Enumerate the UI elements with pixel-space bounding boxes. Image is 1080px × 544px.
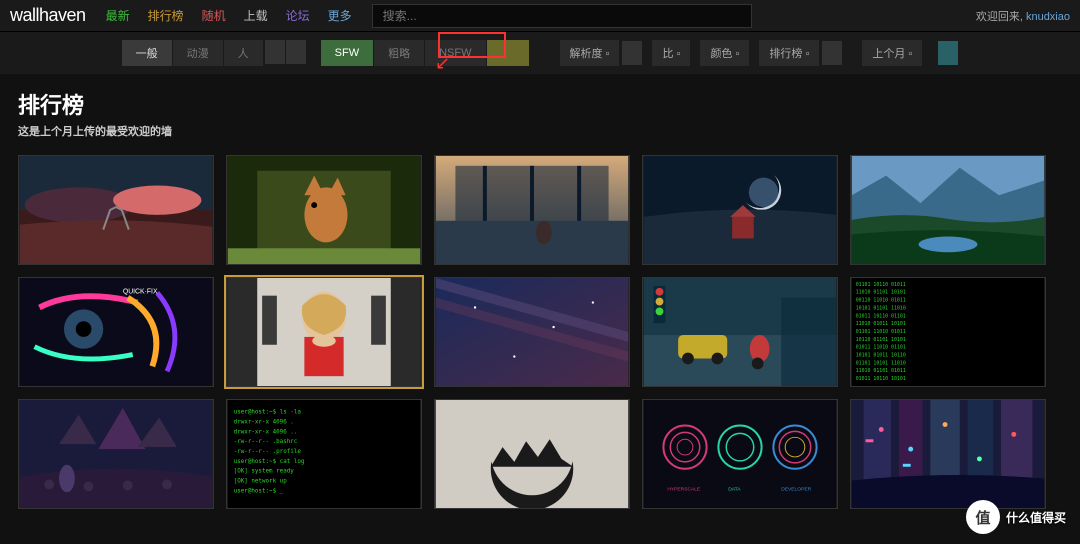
nav-forums[interactable]: 论坛 bbox=[286, 7, 310, 24]
svg-text:user@host:~$ cat log: user@host:~$ cat log bbox=[234, 459, 305, 465]
svg-text:-rw-r--r-- .bashrc: -rw-r--r-- .bashrc bbox=[234, 439, 298, 445]
control-color[interactable]: 颜色 ▫ bbox=[700, 40, 749, 66]
wallpaper-thumb[interactable]: user@host:~$ ls -la drwxr-xr-x 4096 . drwx… bbox=[226, 399, 422, 509]
wallpaper-thumb[interactable] bbox=[642, 277, 838, 387]
filter-nsfw[interactable]: NSFW bbox=[425, 40, 485, 66]
category-group: 一般 动漫 人 bbox=[122, 40, 306, 66]
wallpaper-thumb[interactable] bbox=[642, 155, 838, 265]
page-title: 排行榜 bbox=[18, 88, 1062, 120]
wallpaper-thumb[interactable] bbox=[226, 155, 422, 265]
svg-text:01011 11010 01101: 01011 11010 01101 bbox=[856, 345, 906, 351]
category-blank-1[interactable] bbox=[265, 40, 285, 64]
welcome-text: 欢迎回来, bbox=[976, 11, 1023, 23]
control-ratio[interactable]: 比 ▫ bbox=[652, 40, 690, 66]
svg-text:11010 01011 10101: 11010 01011 10101 bbox=[856, 321, 906, 327]
wallpaper-thumb[interactable] bbox=[434, 277, 630, 387]
svg-text:11010 01101 01011: 11010 01101 01011 bbox=[856, 368, 906, 374]
filter-general[interactable]: 一般 bbox=[122, 40, 172, 66]
watermark-icon: 值 bbox=[966, 500, 1000, 534]
control-time[interactable]: 上个月 ▫ bbox=[862, 40, 922, 66]
svg-text:10101 01101 11010: 10101 01101 11010 bbox=[856, 305, 906, 311]
wallpaper-thumb[interactable] bbox=[18, 399, 214, 509]
wallpaper-thumb[interactable]: HYPERSCALE DATA DEVELOPER bbox=[642, 399, 838, 509]
category-blank-2[interactable] bbox=[286, 40, 306, 64]
svg-text:10110 01101 10101: 10110 01101 10101 bbox=[856, 337, 906, 343]
purity-olive-block[interactable] bbox=[487, 40, 529, 66]
svg-text:01011 10110 01101: 01011 10110 01101 bbox=[856, 313, 906, 319]
svg-text:01101 11010 01011: 01101 11010 01011 bbox=[856, 329, 906, 335]
wallpaper-thumb[interactable]: 01101 10110 01011 11010 01101 10101 00110 … bbox=[850, 277, 1046, 387]
page-subtitle: 这是上个月上传的最受欢迎的墙 bbox=[18, 123, 1062, 139]
svg-text:user@host:~$ _: user@host:~$ _ bbox=[234, 488, 284, 494]
svg-text:drwxr-xr-x 4096 ..: drwxr-xr-x 4096 .. bbox=[234, 429, 298, 435]
svg-text:DATA: DATA bbox=[728, 486, 741, 492]
svg-text:01101 10110 01011: 01101 10110 01011 bbox=[856, 282, 906, 288]
svg-text:user@host:~$ ls -la: user@host:~$ ls -la bbox=[234, 410, 302, 416]
svg-text:QUICK·FIX: QUICK·FIX bbox=[123, 289, 158, 296]
wallpaper-thumb[interactable] bbox=[850, 399, 1046, 509]
wallpaper-thumb[interactable]: QUICK·FIX bbox=[18, 277, 214, 387]
filter-sfw[interactable]: SFW bbox=[321, 40, 373, 66]
wallpaper-thumb[interactable] bbox=[850, 155, 1046, 265]
watermark: 值 什么值得买 bbox=[966, 500, 1066, 534]
nav-upload[interactable]: 上载 bbox=[244, 7, 268, 24]
svg-text:drwxr-xr-x 4096 .: drwxr-xr-x 4096 . bbox=[234, 420, 294, 426]
logo[interactable]: wallhaven bbox=[10, 5, 86, 26]
svg-text:DEVELOPER: DEVELOPER bbox=[781, 486, 811, 492]
svg-text:01011 10110 10101: 01011 10110 10101 bbox=[856, 376, 906, 382]
search-input[interactable] bbox=[372, 4, 752, 28]
user-info: 欢迎回来, knudxiao bbox=[976, 8, 1070, 24]
filter-people[interactable]: 人 bbox=[224, 40, 263, 66]
svg-text:10101 01011 10110: 10101 01011 10110 bbox=[856, 353, 906, 359]
primary-nav: 最新 排行榜 随机 上载 论坛 更多 bbox=[106, 7, 352, 24]
purity-group: SFW 粗略 NSFW bbox=[321, 40, 530, 66]
svg-text:-rw-r--r-- .profile: -rw-r--r-- .profile bbox=[234, 449, 302, 455]
svg-text:HYPERSCALE: HYPERSCALE bbox=[667, 486, 701, 492]
main-header: wallhaven 最新 排行榜 随机 上载 论坛 更多 欢迎回来, knudx… bbox=[0, 0, 1080, 32]
page-heading: 排行榜 这是上个月上传的最受欢迎的墙 bbox=[0, 74, 1080, 149]
watermark-text: 什么值得买 bbox=[1006, 509, 1066, 526]
username[interactable]: knudxiao bbox=[1026, 11, 1070, 23]
controls-group: 解析度 ▫ 比 ▫ 颜色 ▫ 排行榜 ▫ 上个月 ▫ bbox=[560, 40, 959, 66]
nav-toplist[interactable]: 排行榜 bbox=[148, 7, 184, 24]
wallpaper-grid: QUICK·FIX 01101 10110 01011 11010 01101 1… bbox=[0, 149, 1080, 515]
svg-text:11010 01101 10101: 11010 01101 10101 bbox=[856, 290, 906, 296]
filters-bar: 一般 动漫 人 SFW 粗略 NSFW 解析度 ▫ 比 ▫ 颜色 ▫ 排行榜 ▫… bbox=[0, 32, 1080, 74]
svg-text:[OK] system ready: [OK] system ready bbox=[234, 469, 295, 475]
nav-random[interactable]: 随机 bbox=[202, 7, 226, 24]
nav-latest[interactable]: 最新 bbox=[106, 7, 130, 24]
nav-more[interactable]: 更多 bbox=[328, 7, 352, 24]
res-sq[interactable] bbox=[622, 41, 642, 65]
wallpaper-thumb[interactable] bbox=[434, 155, 630, 265]
apply-sq[interactable] bbox=[938, 41, 958, 65]
control-resolution[interactable]: 解析度 ▫ bbox=[560, 40, 620, 66]
filter-sketchy[interactable]: 粗略 bbox=[374, 40, 424, 66]
control-sort[interactable]: 排行榜 ▫ bbox=[759, 40, 819, 66]
svg-text:01101 10101 11010: 01101 10101 11010 bbox=[856, 360, 906, 366]
wallpaper-thumb[interactable] bbox=[226, 277, 422, 387]
svg-text:[OK] network up: [OK] network up bbox=[234, 478, 288, 484]
search-wrap bbox=[372, 4, 976, 28]
wallpaper-thumb[interactable] bbox=[18, 155, 214, 265]
sort-sq[interactable] bbox=[822, 41, 842, 65]
svg-text:00110 11010 01011: 00110 11010 01011 bbox=[856, 298, 906, 304]
filter-anime[interactable]: 动漫 bbox=[173, 40, 223, 66]
wallpaper-thumb[interactable] bbox=[434, 399, 630, 509]
